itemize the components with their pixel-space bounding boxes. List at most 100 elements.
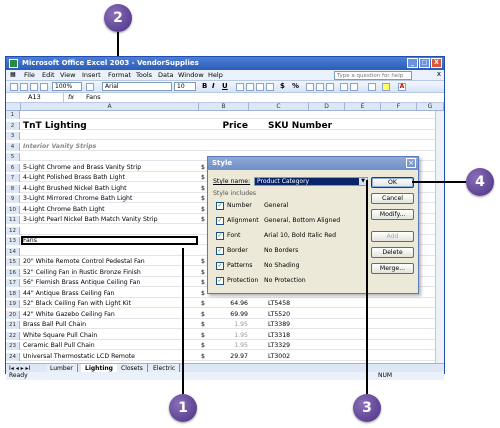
table-row[interactable]: 24 Universal Thermostatic LCD Remote $29.9… — [6, 352, 444, 361]
cell-a[interactable]: White Square Pull Chain — [23, 332, 97, 340]
font-color-icon[interactable]: A — [398, 83, 406, 91]
row-header[interactable]: 2 — [6, 121, 20, 130]
cell-a[interactable]: 4-Light Brushed Nickel Bath Light — [23, 185, 127, 193]
help-icon[interactable] — [86, 83, 94, 91]
table-row[interactable]: 3 — [6, 132, 444, 140]
currency-button[interactable]: $ — [280, 82, 285, 90]
open-icon[interactable] — [20, 83, 28, 91]
row-header[interactable]: 14 — [6, 247, 20, 256]
increase-indent-icon[interactable] — [350, 83, 358, 91]
cell-a[interactable]: Fans — [23, 237, 37, 245]
checkbox[interactable]: ✓ — [216, 202, 224, 210]
zoom-select[interactable]: 100% — [52, 82, 82, 91]
merge-center-icon[interactable] — [266, 83, 274, 91]
menu-tools[interactable]: Tools — [136, 71, 152, 79]
cell-a[interactable]: 20" White Remote Control Pedestal Fan — [23, 258, 145, 266]
column-header-a[interactable]: A — [21, 103, 199, 111]
borders-icon[interactable] — [368, 83, 376, 91]
cancel-button[interactable]: Cancel — [371, 193, 414, 204]
cell-price[interactable]: 29.97 — [203, 353, 248, 361]
select-all-corner[interactable] — [6, 103, 21, 111]
font-size-select[interactable]: 10 — [174, 82, 196, 91]
table-row[interactable]: 20 42" White Gazebo Ceiling Fan $69.99 LT55… — [6, 310, 444, 319]
row-header[interactable]: 1 — [6, 111, 20, 119]
checkbox[interactable]: ✓ — [216, 247, 224, 255]
row-header[interactable]: 5 — [6, 153, 20, 161]
menu-insert[interactable]: Insert — [82, 71, 101, 79]
table-row[interactable]: 23 Ceramic Ball Pull Chain $1.95 LT3329 — [6, 342, 444, 350]
cell-sku[interactable]: LT3329 — [268, 342, 290, 350]
cell-a[interactable]: 44" Antique Brass Ceiling Fan — [23, 290, 114, 298]
table-row[interactable]: 2 TnT Lighting Price SKU Number — [6, 121, 444, 130]
new-icon[interactable] — [10, 83, 18, 91]
menu-view[interactable]: View — [60, 71, 75, 79]
doc-icon[interactable]: ▦ — [10, 71, 16, 78]
help-search-input[interactable]: Type a question for help — [334, 71, 412, 80]
add-button[interactable]: Add — [371, 231, 414, 242]
minimize-button[interactable]: _ — [407, 58, 418, 68]
cell-price[interactable]: 1.95 — [203, 342, 248, 350]
cell-a[interactable]: 52" Ceiling Fan in Rustic Bronze Finish — [23, 269, 141, 277]
delete-button[interactable]: Delete — [371, 247, 414, 258]
checkbox[interactable]: ✓ — [216, 262, 224, 270]
menu-help[interactable]: Help — [208, 71, 223, 79]
cell-price[interactable]: 69.99 — [203, 311, 248, 319]
cell-a[interactable]: 3-Light Pearl Nickel Bath Match Vanity S… — [23, 216, 158, 224]
table-row[interactable]: 1 — [6, 111, 444, 119]
cell-a[interactable]: 56" Flemish Brass Antique Ceiling Fan — [23, 279, 140, 287]
cell-sku[interactable]: SKU Number — [268, 121, 332, 130]
fill-color-icon[interactable] — [382, 83, 390, 91]
cell-a[interactable]: 4-Light Chrome Bath Light — [23, 206, 105, 214]
row-header[interactable]: 3 — [6, 132, 20, 140]
cell-price[interactable]: 1.95 — [203, 321, 248, 329]
cell-a[interactable]: 4-Light Polished Brass Bath Light — [23, 174, 125, 182]
column-header-g[interactable]: G — [417, 103, 444, 111]
row-header[interactable]: 6 — [6, 163, 20, 172]
style-name-combo[interactable]: Product Category ▼ — [254, 177, 368, 186]
merge-button[interactable]: Merge... — [371, 263, 414, 274]
decrease-decimal-icon[interactable] — [326, 83, 334, 91]
table-row[interactable]: 19 52" Black Ceiling Fan with Light Kit $6… — [6, 300, 444, 308]
cell-sku[interactable]: LT3389 — [268, 321, 290, 329]
row-header[interactable]: 17 — [6, 279, 20, 287]
fx-icon[interactable]: fx — [68, 93, 74, 102]
column-header-e[interactable]: E — [345, 103, 381, 111]
cell-sku[interactable]: LT5520 — [268, 311, 290, 319]
menu-edit[interactable]: Edit — [42, 71, 55, 79]
row-header[interactable]: 23 — [6, 342, 20, 350]
checkbox[interactable]: ✓ — [216, 232, 224, 240]
row-header[interactable]: 7 — [6, 174, 20, 182]
close-button[interactable]: X — [431, 58, 442, 68]
bold-button[interactable]: B — [202, 82, 207, 90]
cell-a[interactable]: 5-Light Chrome and Brass Vanity Strip — [23, 164, 141, 172]
row-header[interactable]: 15 — [6, 258, 20, 266]
cell-price[interactable]: 64.96 — [203, 300, 248, 308]
cell-sku[interactable]: LT3318 — [268, 332, 290, 340]
cell-a[interactable]: 42" White Gazebo Ceiling Fan — [23, 311, 115, 319]
row-header[interactable]: 8 — [6, 184, 20, 193]
menu-file[interactable]: File — [24, 71, 35, 79]
row-header[interactable]: 20 — [6, 310, 20, 319]
row-header[interactable]: 12 — [6, 226, 20, 235]
maximize-button[interactable]: □ — [419, 58, 430, 68]
row-header[interactable]: 10 — [6, 205, 20, 214]
row-header[interactable]: 16 — [6, 268, 20, 277]
workbook-close-icon[interactable]: x — [437, 70, 441, 78]
cell-price[interactable]: 1.95 — [203, 332, 248, 340]
menu-window[interactable]: Window — [178, 71, 204, 79]
formula-content[interactable]: Fans — [86, 93, 101, 102]
align-left-icon[interactable] — [236, 83, 244, 91]
font-select[interactable]: Arial — [102, 82, 172, 91]
cell-a[interactable]: Brass Ball Pull Chain — [23, 321, 86, 329]
cell-a[interactable]: TnT Lighting — [23, 121, 87, 130]
align-center-icon[interactable] — [246, 83, 254, 91]
cell-a[interactable]: Interior Vanity Strips — [23, 143, 96, 151]
modify-button[interactable]: Modify... — [371, 209, 414, 220]
row-header[interactable]: 9 — [6, 195, 20, 203]
row-header[interactable]: 19 — [6, 300, 20, 308]
increase-decimal-icon[interactable] — [316, 83, 324, 91]
cell-sku[interactable]: LT5458 — [268, 300, 290, 308]
cell-a[interactable]: Universal Thermostatic LCD Remote — [23, 353, 135, 361]
row-header[interactable]: 4 — [6, 142, 20, 151]
style-name-value[interactable]: Product Category — [255, 178, 359, 185]
